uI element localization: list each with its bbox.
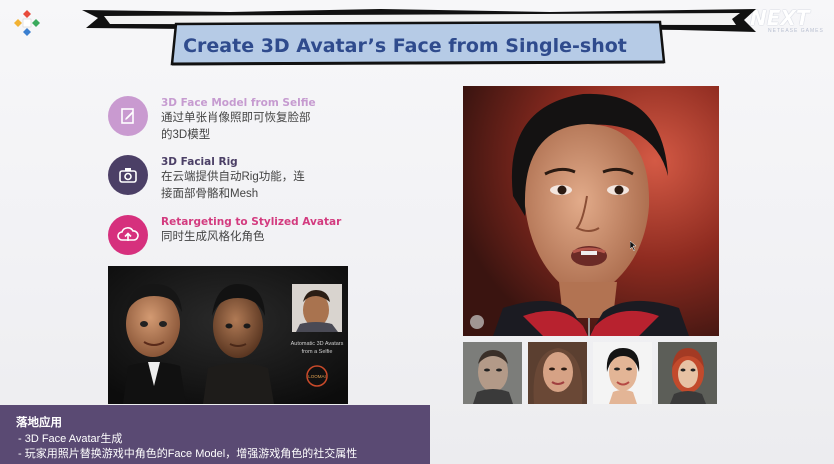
feature-circle <box>108 96 148 136</box>
app-logo-icon <box>14 10 40 36</box>
application-panel-title: 落地应用 <box>16 417 62 429</box>
feature-circle <box>108 215 148 255</box>
next-logo-sub: NETEASE GAMES <box>768 28 824 34</box>
application-panel: 落地应用 - 3D Face Avatar生成 - 玩家用照片替换游戏中角色的F… <box>0 405 430 464</box>
feature-desc-line: 通过单张肖像照即可恢复脸部 <box>161 112 311 124</box>
avatar-face-image <box>463 86 719 336</box>
video-caption-line: Automatic 3D Avatars <box>291 341 344 347</box>
feature-heading: Retargeting to Stylized Avatar <box>161 216 342 228</box>
cloud-upload-icon <box>117 227 139 241</box>
application-panel-line: - 玩家用照片替换游戏中角色的Face Model，增强游戏角色的社交属性 <box>18 448 358 460</box>
feature-heading: 3D Face Model from Selfie <box>161 97 316 109</box>
slide-title: Create 3D Avatar’s Face from Single-shot <box>183 35 627 57</box>
video-badge: LOOMAI <box>308 374 326 379</box>
avatar-main-render <box>463 86 719 336</box>
sample-face-thumb <box>658 342 717 404</box>
video-caption-line: from a Selfie <box>302 349 333 355</box>
mouse-cursor-icon <box>630 241 636 251</box>
feature-heading: 3D Facial Rig <box>161 156 238 168</box>
feature-desc-line: 接面部骨骼和Mesh <box>161 188 259 200</box>
feature-desc-line: 同时生成风格化角色 <box>161 231 265 243</box>
slide: NEXT NETEASE GAMES Create 3D Avatar’s Fa… <box>0 0 834 464</box>
edit-document-icon <box>121 108 134 124</box>
feature-desc-line: 的3D模型 <box>161 129 211 141</box>
demo-video-thumbnail[interactable]: Automatic 3D Avatars from a Selfie LOOMA… <box>108 266 348 404</box>
camera-icon <box>119 168 137 183</box>
sample-face-thumb <box>463 342 522 404</box>
sample-face-thumb <box>528 342 587 404</box>
sample-faces-strip <box>463 342 719 404</box>
avatar-render-image: Automatic 3D Avatars from a Selfie LOOMA… <box>108 266 348 404</box>
sample-face-thumb <box>593 342 652 404</box>
next-logo: NEXT NETEASE GAMES <box>750 6 828 34</box>
feature-circle <box>108 155 148 195</box>
application-panel-line: - 3D Face Avatar生成 <box>18 433 123 445</box>
feature-desc-line: 在云端提供自动Rig功能，连 <box>161 171 305 183</box>
